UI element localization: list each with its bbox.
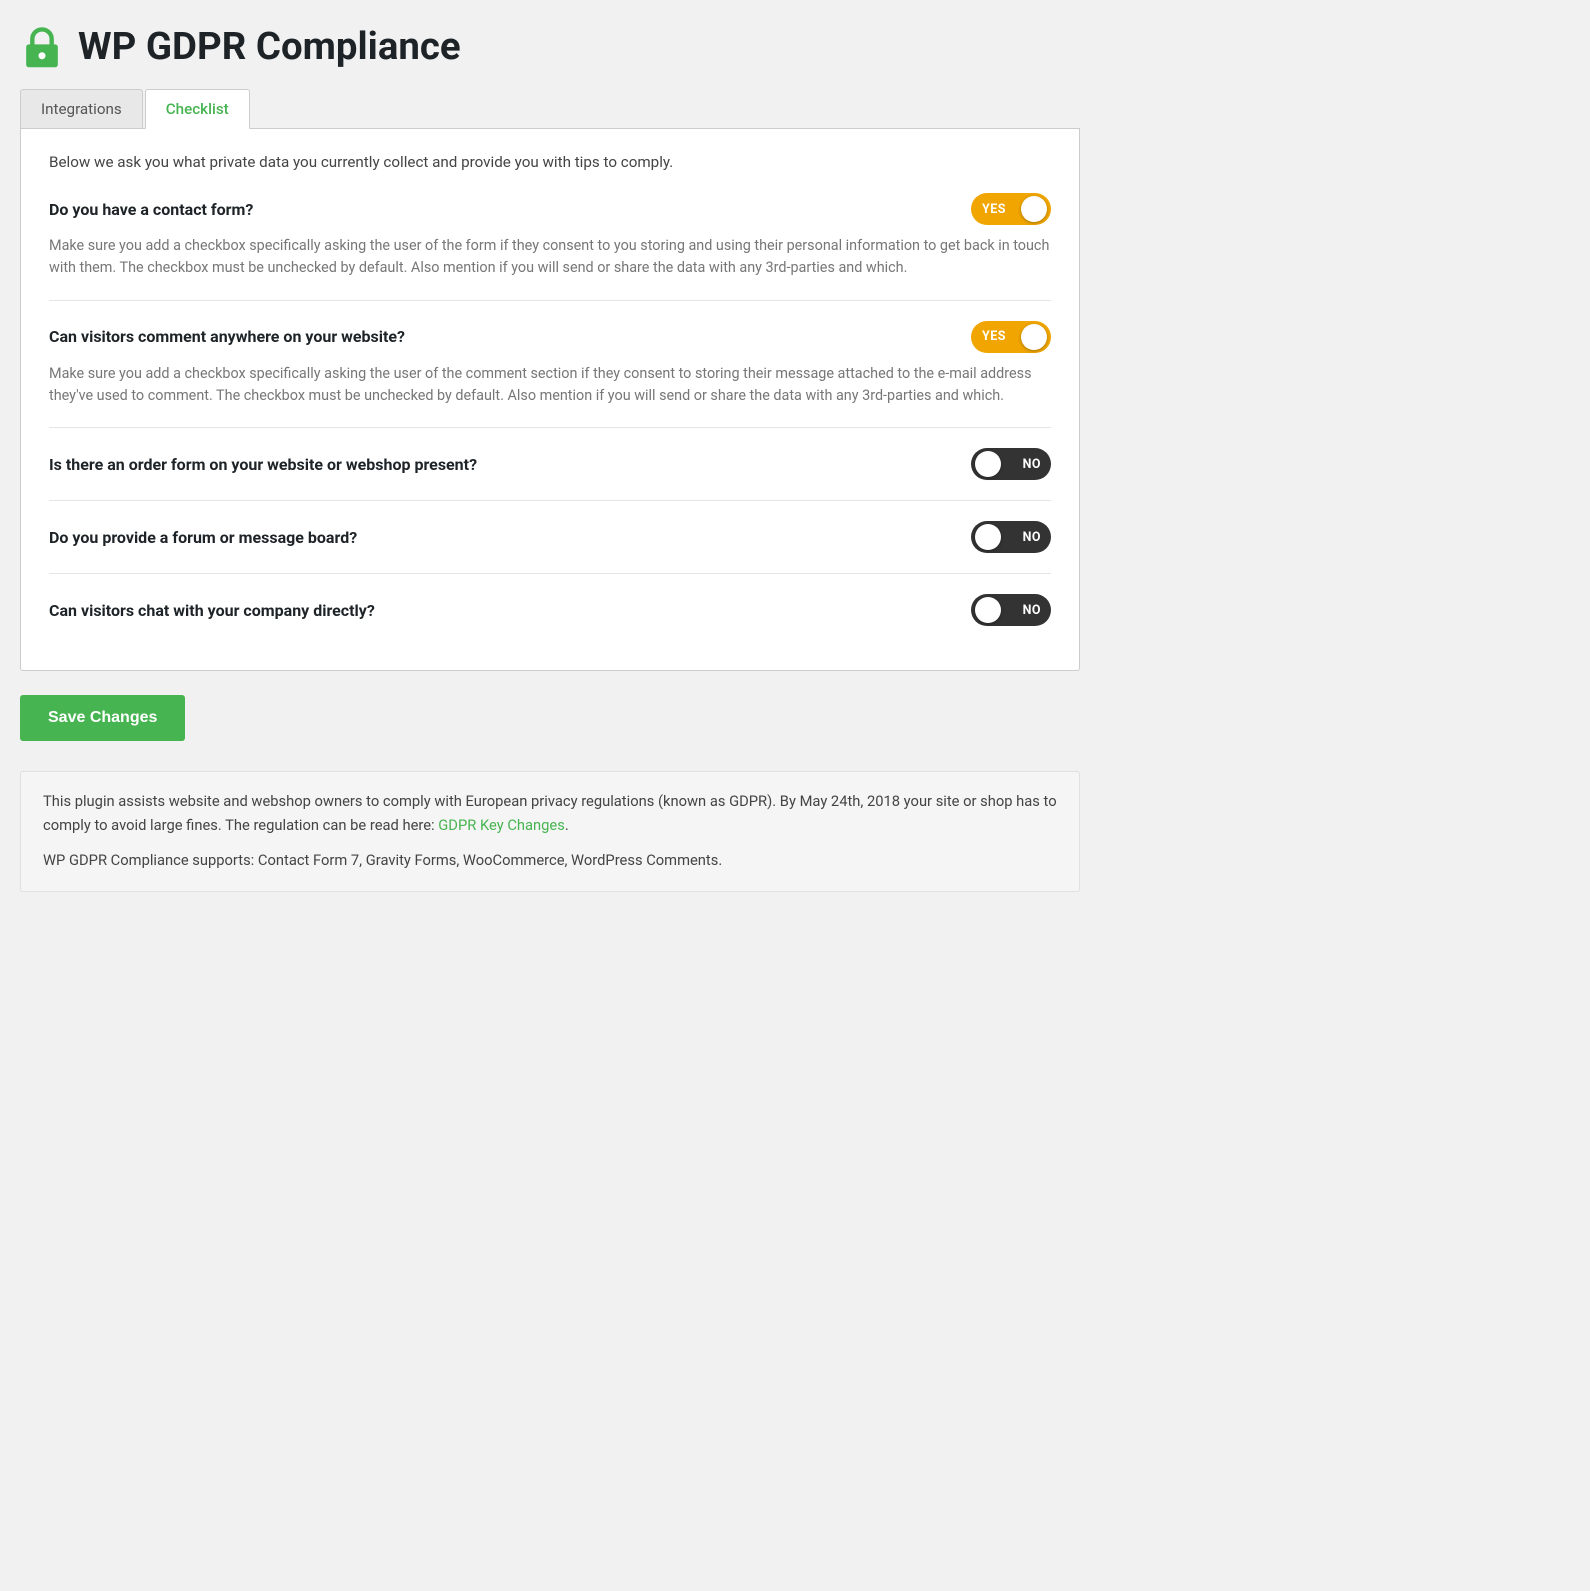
- footer-text-end: .: [565, 816, 569, 834]
- checklist-card: Below we ask you what private data you c…: [20, 129, 1080, 671]
- tab-integrations[interactable]: Integrations: [20, 89, 143, 128]
- gdpr-key-changes-link[interactable]: GDPR Key Changes: [438, 816, 565, 834]
- toggle-label-comments: YES: [982, 329, 1006, 344]
- toggle-order-form[interactable]: NO: [971, 448, 1051, 480]
- footer-note: This plugin assists website and webshop …: [20, 771, 1080, 892]
- description-comments: Make sure you add a checkbox specificall…: [49, 363, 1051, 408]
- tabs-container: Integrations Checklist: [20, 89, 1080, 129]
- toggle-chat[interactable]: NO: [971, 594, 1051, 626]
- footer-paragraph-2: WP GDPR Compliance supports: Contact For…: [43, 849, 1057, 873]
- footer-paragraph-1: This plugin assists website and webshop …: [43, 790, 1057, 837]
- card-description: Below we ask you what private data you c…: [49, 153, 1051, 171]
- question-order-form: Is there an order form on your website o…: [49, 455, 971, 474]
- toggle-thumb-chat: [975, 597, 1001, 623]
- toggle-forum[interactable]: NO: [971, 521, 1051, 553]
- toggle-label-chat: NO: [1023, 603, 1041, 618]
- question-contact-form: Do you have a contact form?: [49, 200, 971, 219]
- toggle-label-forum: NO: [1023, 530, 1041, 545]
- checklist-item-forum: Do you provide a forum or message board?…: [49, 500, 1051, 573]
- toggle-thumb-contact-form: [1021, 196, 1047, 222]
- checklist-item-contact-form: Do you have a contact form? YES Make sur…: [49, 193, 1051, 300]
- tab-checklist[interactable]: Checklist: [145, 89, 250, 129]
- toggle-contact-form[interactable]: YES: [971, 193, 1051, 225]
- toggle-comments[interactable]: YES: [971, 321, 1051, 353]
- save-changes-button[interactable]: Save Changes: [20, 695, 185, 741]
- toggle-wrapper-forum[interactable]: NO: [971, 521, 1051, 553]
- toggle-wrapper-comments[interactable]: YES: [971, 321, 1051, 353]
- page-title: WP GDPR Compliance: [78, 24, 461, 69]
- toggle-label-contact-form: YES: [982, 202, 1006, 217]
- question-chat: Can visitors chat with your company dire…: [49, 601, 971, 620]
- toggle-label-order-form: NO: [1023, 457, 1041, 472]
- toggle-wrapper-chat[interactable]: NO: [971, 594, 1051, 626]
- checklist-item-chat: Can visitors chat with your company dire…: [49, 573, 1051, 646]
- toggle-thumb-forum: [975, 524, 1001, 550]
- toggle-thumb-comments: [1021, 324, 1047, 350]
- toggle-thumb-order-form: [975, 451, 1001, 477]
- question-comments: Can visitors comment anywhere on your we…: [49, 327, 971, 346]
- description-contact-form: Make sure you add a checkbox specificall…: [49, 235, 1051, 280]
- toggle-wrapper-contact-form[interactable]: YES: [971, 193, 1051, 225]
- page-header: WP GDPR Compliance: [20, 24, 1080, 69]
- checklist-item-order-form: Is there an order form on your website o…: [49, 427, 1051, 500]
- checklist-item-comments: Can visitors comment anywhere on your we…: [49, 300, 1051, 428]
- toggle-wrapper-order-form[interactable]: NO: [971, 448, 1051, 480]
- question-forum: Do you provide a forum or message board?: [49, 528, 971, 547]
- lock-icon: [20, 25, 64, 69]
